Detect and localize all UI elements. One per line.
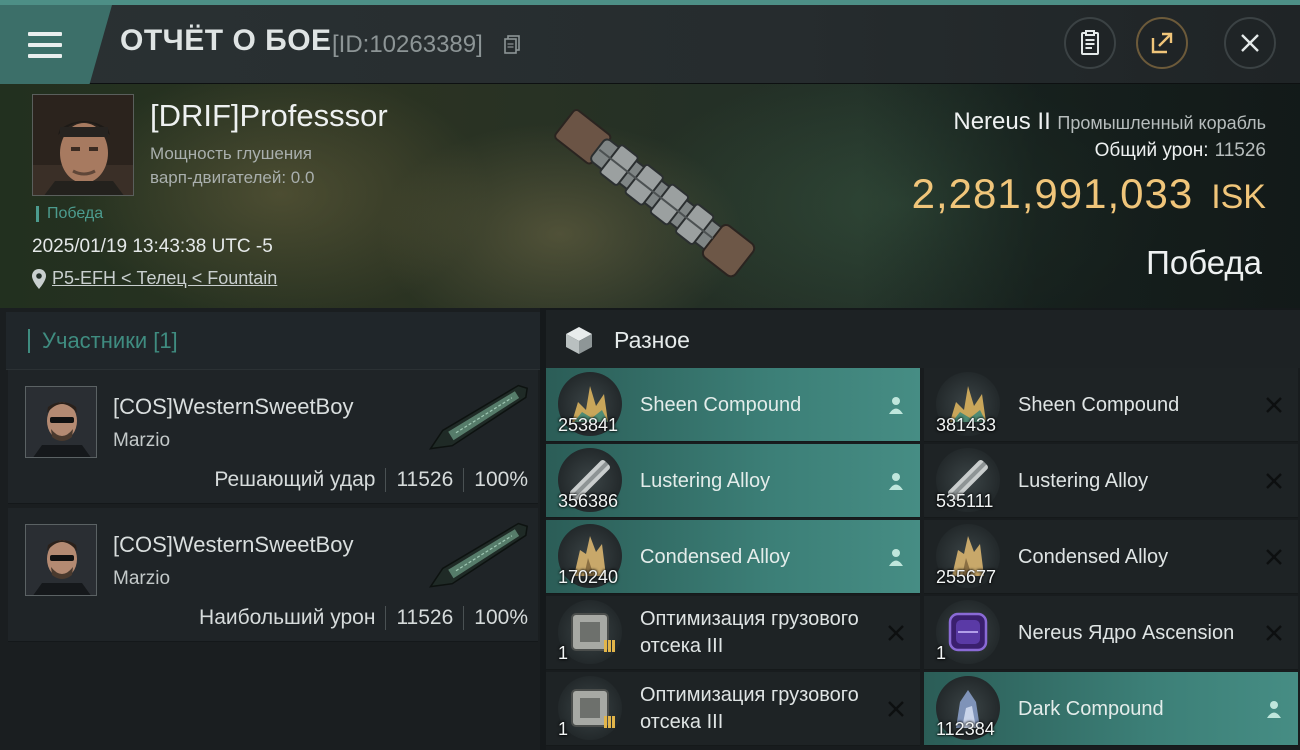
item-name: Lustering Alloy [1018, 469, 1149, 492]
pilot-portrait-icon [33, 95, 133, 195]
item-row[interactable]: 381433 Sheen Compound [924, 368, 1298, 442]
item-row[interactable]: 255677 Condensed Alloy [924, 520, 1298, 594]
participant-role: Решающий удар [214, 468, 376, 491]
pilot-portrait-icon [26, 387, 96, 457]
items-header: Разное [546, 310, 1300, 368]
person-icon[interactable] [886, 547, 906, 567]
report-id: [ID:10263389] [332, 31, 483, 58]
close-icon[interactable] [1264, 623, 1284, 643]
item-name: Condensed Alloy [640, 545, 791, 568]
attacker-ship-render [428, 522, 529, 588]
item-name: Оптимизация грузового отсека III [640, 684, 859, 733]
menu-button[interactable] [0, 5, 112, 84]
item-row[interactable]: 1 Nereus Ядро Ascension [924, 596, 1298, 670]
kill-datetime: 2025/01/19 13:43:38 UTC -5 [32, 236, 273, 257]
cube-icon [566, 327, 592, 354]
participant-ship: Marzio [113, 568, 171, 589]
item-name: Dark Compound [1018, 697, 1164, 720]
total-damage: Общий урон: 11526 [1094, 140, 1266, 161]
top-bar: ОТЧЁТ О БОЕ [ID:10263389] [0, 0, 1300, 84]
warp-jam-strength: Мощность глушения варп-двигателей: 0.0 [150, 144, 315, 187]
item-name: Condensed Alloy [1018, 545, 1169, 568]
close-icon[interactable] [1264, 547, 1284, 567]
item-row[interactable]: 253841 Sheen Compound [546, 368, 920, 442]
header-accent-line [0, 0, 1300, 5]
close-icon [1241, 34, 1259, 52]
person-icon[interactable] [886, 395, 906, 415]
location-pin-icon [32, 268, 46, 289]
participant-role: Наибольший урон [199, 606, 376, 629]
item-name: Nereus Ядро Ascension [1018, 621, 1235, 644]
page-title: ОТЧЁТ О БОЕ [120, 24, 332, 57]
pilot-portrait-icon [26, 525, 96, 595]
participant-stats: Наибольший урон 11526 100% [199, 606, 528, 630]
participants-panel: Участники [1] [COS]WesternSweetBoy Marzi… [0, 308, 540, 750]
person-icon[interactable] [1264, 699, 1284, 719]
close-icon[interactable] [886, 623, 906, 643]
item-row[interactable]: 535111 Lustering Alloy [924, 444, 1298, 518]
participant-percent: 100% [474, 468, 528, 491]
victim-ship-render [554, 109, 756, 278]
participant-stats: Решающий удар 11526 100% [214, 468, 528, 492]
item-row[interactable]: 170240 Condensed Alloy [546, 520, 920, 594]
tab-participants[interactable]: Участники [1] [6, 312, 540, 370]
result-badge: Победа [36, 206, 103, 222]
item-row[interactable]: 1 Оптимизация грузового отсека III [546, 672, 920, 746]
victim-pilot-name[interactable]: [DRIF]Professsor [150, 98, 388, 134]
item-name: Lustering Alloy [640, 469, 771, 492]
participant-avatar[interactable] [25, 386, 97, 458]
clipboard-icon [1081, 30, 1099, 55]
participant-avatar[interactable] [25, 524, 97, 596]
item-row[interactable]: 1 Оптимизация грузового отсека III [546, 596, 920, 670]
clipboard-button[interactable] [1064, 17, 1116, 69]
person-icon[interactable] [886, 471, 906, 491]
copy-icon[interactable] [504, 35, 520, 54]
share-button[interactable] [1136, 17, 1188, 69]
participant-ship: Marzio [113, 430, 171, 451]
item-name: Sheen Compound [640, 393, 802, 416]
close-icon[interactable] [1264, 395, 1284, 415]
item-row[interactable]: 112384 Dark Compound [924, 672, 1298, 746]
items-panel: Разное 253841 Sheen Compound 381433 Shee… [546, 310, 1300, 750]
close-icon[interactable] [1264, 471, 1284, 491]
battle-outcome: Победа [1146, 244, 1262, 281]
participant-damage: 11526 [396, 468, 454, 491]
participant-percent: 100% [474, 606, 528, 629]
participant-row[interactable]: [COS]WesternSweetBoy Marzio Решающий уда… [8, 370, 538, 504]
participant-name[interactable]: [COS]WesternSweetBoy [113, 532, 353, 558]
participant-damage: 11526 [396, 606, 454, 629]
share-icon [1151, 32, 1173, 54]
item-name: Sheen Compound [1018, 393, 1180, 416]
close-icon[interactable] [886, 699, 906, 719]
victim-ship-name[interactable]: Nereus II Промышленный корабль [926, 108, 1266, 136]
hamburger-icon [28, 31, 62, 58]
attacker-ship-render [428, 384, 529, 450]
victim-banner: [DRIF]Professsor Мощность глушения варп-… [0, 84, 1300, 308]
isk-value: 2,281,991,033 ISK [911, 170, 1266, 217]
location-link[interactable]: P5-EFH < Телец < Fountain [32, 268, 277, 289]
victim-avatar[interactable] [32, 94, 134, 196]
participant-name[interactable]: [COS]WesternSweetBoy [113, 394, 353, 420]
item-name: Оптимизация грузового отсека III [640, 608, 859, 657]
participant-row[interactable]: [COS]WesternSweetBoy Marzio Наибольший у… [8, 508, 538, 642]
item-row[interactable]: 356386 Lustering Alloy [546, 444, 920, 518]
close-button[interactable] [1224, 17, 1276, 69]
